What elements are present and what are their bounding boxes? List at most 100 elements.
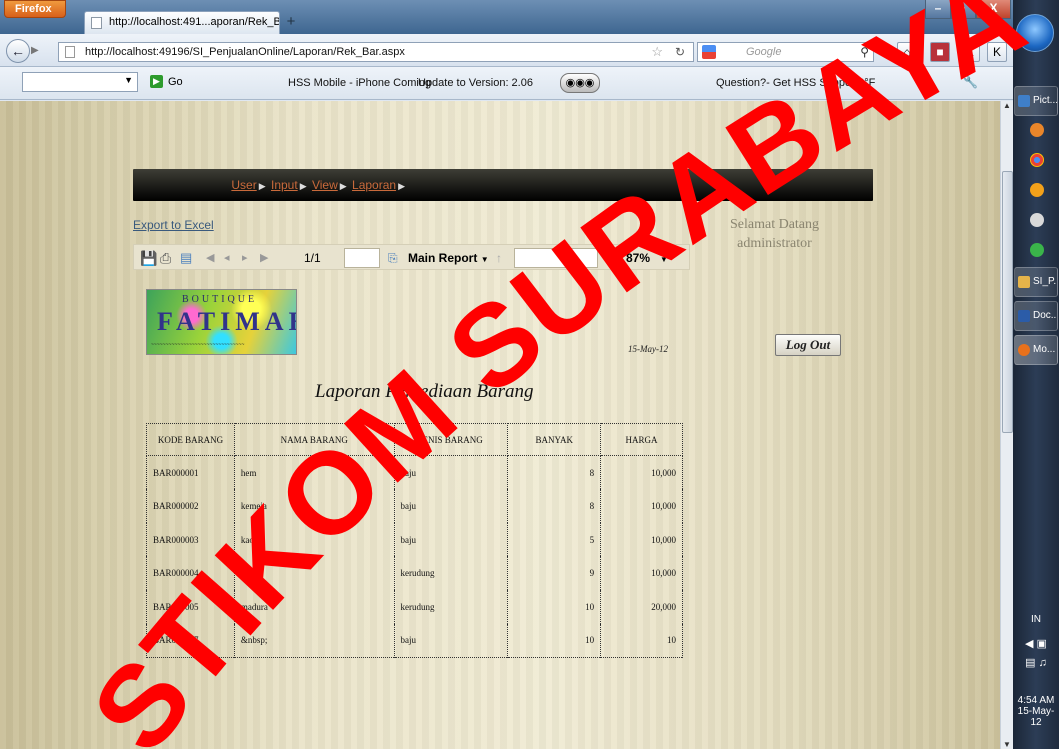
addon-icon[interactable]: ■ bbox=[930, 42, 950, 62]
report-select-value: Main Report bbox=[408, 251, 478, 265]
print-icon[interactable]: ⎙ bbox=[160, 248, 171, 268]
binoculars-icon[interactable]: ◉ bbox=[606, 248, 618, 268]
app-icon[interactable] bbox=[1030, 243, 1044, 257]
scroll-thumb[interactable] bbox=[1002, 171, 1013, 433]
menu-arrow-icon: ▶ bbox=[398, 181, 405, 191]
taskbar-item-doc[interactable]: Doc... bbox=[1014, 301, 1058, 331]
menu-item-user[interactable]: User bbox=[231, 178, 256, 192]
hss-eyes-icon[interactable]: ◉◉◉ bbox=[560, 73, 600, 93]
ad-text[interactable]: HSS Mobile - iPhone Coming bbox=[288, 77, 431, 89]
export-to-excel-link[interactable]: Export to Excel bbox=[133, 218, 214, 232]
maximize-button[interactable]: ▫ bbox=[951, 0, 976, 19]
table-cell: 10,000 bbox=[600, 455, 683, 490]
page-icon bbox=[65, 46, 75, 58]
report-select[interactable]: Main Report ▼ bbox=[408, 248, 494, 268]
next-page-icon[interactable]: ▸ bbox=[242, 248, 248, 268]
table-row: BAR000007 &nbsp; baju 10 10 bbox=[146, 623, 683, 658]
goto-page-icon[interactable]: ⎘ bbox=[388, 248, 398, 268]
table-cell: 8 bbox=[507, 455, 602, 490]
clock-date[interactable]: 15-May-12 bbox=[1014, 706, 1058, 728]
app-icon[interactable] bbox=[1030, 183, 1044, 197]
last-page-icon[interactable]: ▶ bbox=[260, 248, 268, 268]
table-row: BAR000002 kemeja baju 8 10,000 bbox=[146, 489, 683, 523]
firefox-menu-button[interactable]: Firefox bbox=[4, 0, 66, 18]
table-cell: baju bbox=[393, 489, 509, 523]
table-cell: baju bbox=[393, 455, 509, 490]
addon-k2-icon[interactable]: K bbox=[987, 42, 1007, 62]
table-cell: baju bbox=[393, 522, 509, 557]
addon-k-icon[interactable]: K bbox=[960, 42, 980, 62]
table-cell: 10,000 bbox=[600, 489, 683, 523]
update-text[interactable]: Update to Version: 2.06 bbox=[418, 77, 533, 89]
table-cell: BAR000004 bbox=[146, 556, 235, 591]
table-cell: &nbsp; bbox=[233, 623, 395, 658]
star-icon[interactable]: ☆ bbox=[651, 43, 663, 61]
column-header: JENIS BARANG bbox=[393, 423, 509, 456]
pictures-icon bbox=[1018, 95, 1030, 107]
clock-time[interactable]: 4:54 AM bbox=[1014, 695, 1058, 706]
back-arrow-icon[interactable]: ← bbox=[6, 39, 30, 63]
chevron-down-icon: ▼ bbox=[124, 75, 133, 85]
minimize-button[interactable]: – bbox=[925, 0, 951, 19]
reload-icon[interactable]: ↻ bbox=[675, 43, 685, 61]
table-cell: BAR000005 bbox=[146, 590, 235, 624]
menu-item-laporan[interactable]: Laporan bbox=[352, 178, 396, 192]
drill-up-icon[interactable]: ↑ bbox=[496, 248, 502, 268]
table-cell: kaos bbox=[233, 522, 395, 557]
home-icon[interactable]: ⌂ bbox=[897, 42, 917, 62]
navigation-bar: ← ▶ http://localhost:49196/SI_PenjualanO… bbox=[0, 34, 1013, 67]
weather-text[interactable]: 52°F bbox=[852, 77, 875, 89]
report-table: KODE BARANG NAMA BARANG JENIS BARANG BAN… bbox=[146, 423, 683, 658]
group-tree-icon[interactable]: ▤ bbox=[180, 248, 192, 268]
taskbar-item-mozilla[interactable]: Mo... bbox=[1014, 335, 1058, 365]
app-icon[interactable] bbox=[1030, 213, 1044, 227]
close-button[interactable]: X bbox=[976, 0, 1011, 19]
vertical-scrollbar[interactable]: ▲ ▼ bbox=[1000, 101, 1013, 749]
search-input[interactable]: Google ⚲ bbox=[697, 42, 874, 62]
column-header: NAMA BARANG bbox=[233, 423, 395, 456]
new-tab-button[interactable]: + bbox=[282, 13, 300, 31]
table-cell: baju bbox=[393, 623, 509, 658]
table-cell: 20,000 bbox=[600, 590, 683, 624]
url-bar[interactable]: http://localhost:49196/SI_PenjualanOnlin… bbox=[58, 42, 694, 62]
search-icon[interactable]: ⚲ bbox=[860, 43, 869, 61]
table-cell: kerudung bbox=[393, 556, 509, 591]
title-bar: Firefox http://localhost:491...aporan/Re… bbox=[0, 0, 1013, 34]
menu-arrow-icon: ▶ bbox=[258, 181, 266, 191]
taskbar-item-si-penjualan[interactable]: SI_P... bbox=[1014, 267, 1058, 297]
scroll-down-icon[interactable]: ▼ bbox=[1003, 740, 1011, 749]
start-orb-icon[interactable] bbox=[1016, 14, 1054, 52]
table-row: BAR000005 madura kerudung 10 20,000 bbox=[146, 590, 683, 624]
volume-icon[interactable]: ▤ ♫ bbox=[1014, 656, 1058, 669]
prev-page-icon[interactable]: ◂ bbox=[224, 248, 230, 268]
forward-arrow-icon[interactable]: ▶ bbox=[31, 43, 45, 59]
menu-item-view[interactable]: View bbox=[312, 178, 338, 192]
browser-tab[interactable]: http://localhost:491...aporan/Rek_Bar.as… bbox=[84, 11, 280, 34]
goto-page-input[interactable] bbox=[344, 248, 380, 268]
find-text-input[interactable] bbox=[514, 248, 598, 268]
logout-button[interactable]: Log Out bbox=[775, 334, 841, 356]
wrench-icon[interactable]: 🔧 bbox=[963, 75, 978, 89]
language-indicator[interactable]: IN bbox=[1014, 614, 1058, 625]
column-header: KODE BARANG bbox=[146, 423, 235, 456]
tray-icons[interactable]: ◀ ▣ bbox=[1014, 637, 1058, 650]
google-icon[interactable] bbox=[702, 45, 716, 59]
toolbar-dropdown[interactable]: ▼ bbox=[22, 72, 138, 92]
table-cell: 5 bbox=[507, 522, 602, 557]
taskbar-item-label: Pict... bbox=[1033, 95, 1058, 106]
column-header: BANYAK bbox=[507, 423, 602, 456]
search-placeholder: Google bbox=[746, 46, 782, 58]
table-row: BAR000001 hem baju 8 10,000 bbox=[146, 455, 683, 490]
support-text[interactable]: Question?- Get HSS Support bbox=[716, 77, 858, 89]
taskbar-item-pictures[interactable]: Pict... bbox=[1014, 86, 1058, 116]
export-report-icon[interactable]: 💾 bbox=[140, 248, 157, 268]
scroll-up-icon[interactable]: ▲ bbox=[1003, 101, 1011, 110]
welcome-line2: administrator bbox=[737, 236, 812, 251]
first-page-icon[interactable]: ◀ bbox=[206, 248, 214, 268]
go-button[interactable]: ▶ Go bbox=[150, 72, 183, 92]
table-cell: BAR000003 bbox=[146, 522, 235, 557]
menu-item-input[interactable]: Input bbox=[271, 178, 298, 192]
chrome-icon[interactable] bbox=[1030, 153, 1044, 167]
app-icon[interactable] bbox=[1030, 123, 1044, 137]
zoom-select[interactable]: 87% ▼ bbox=[626, 248, 678, 268]
